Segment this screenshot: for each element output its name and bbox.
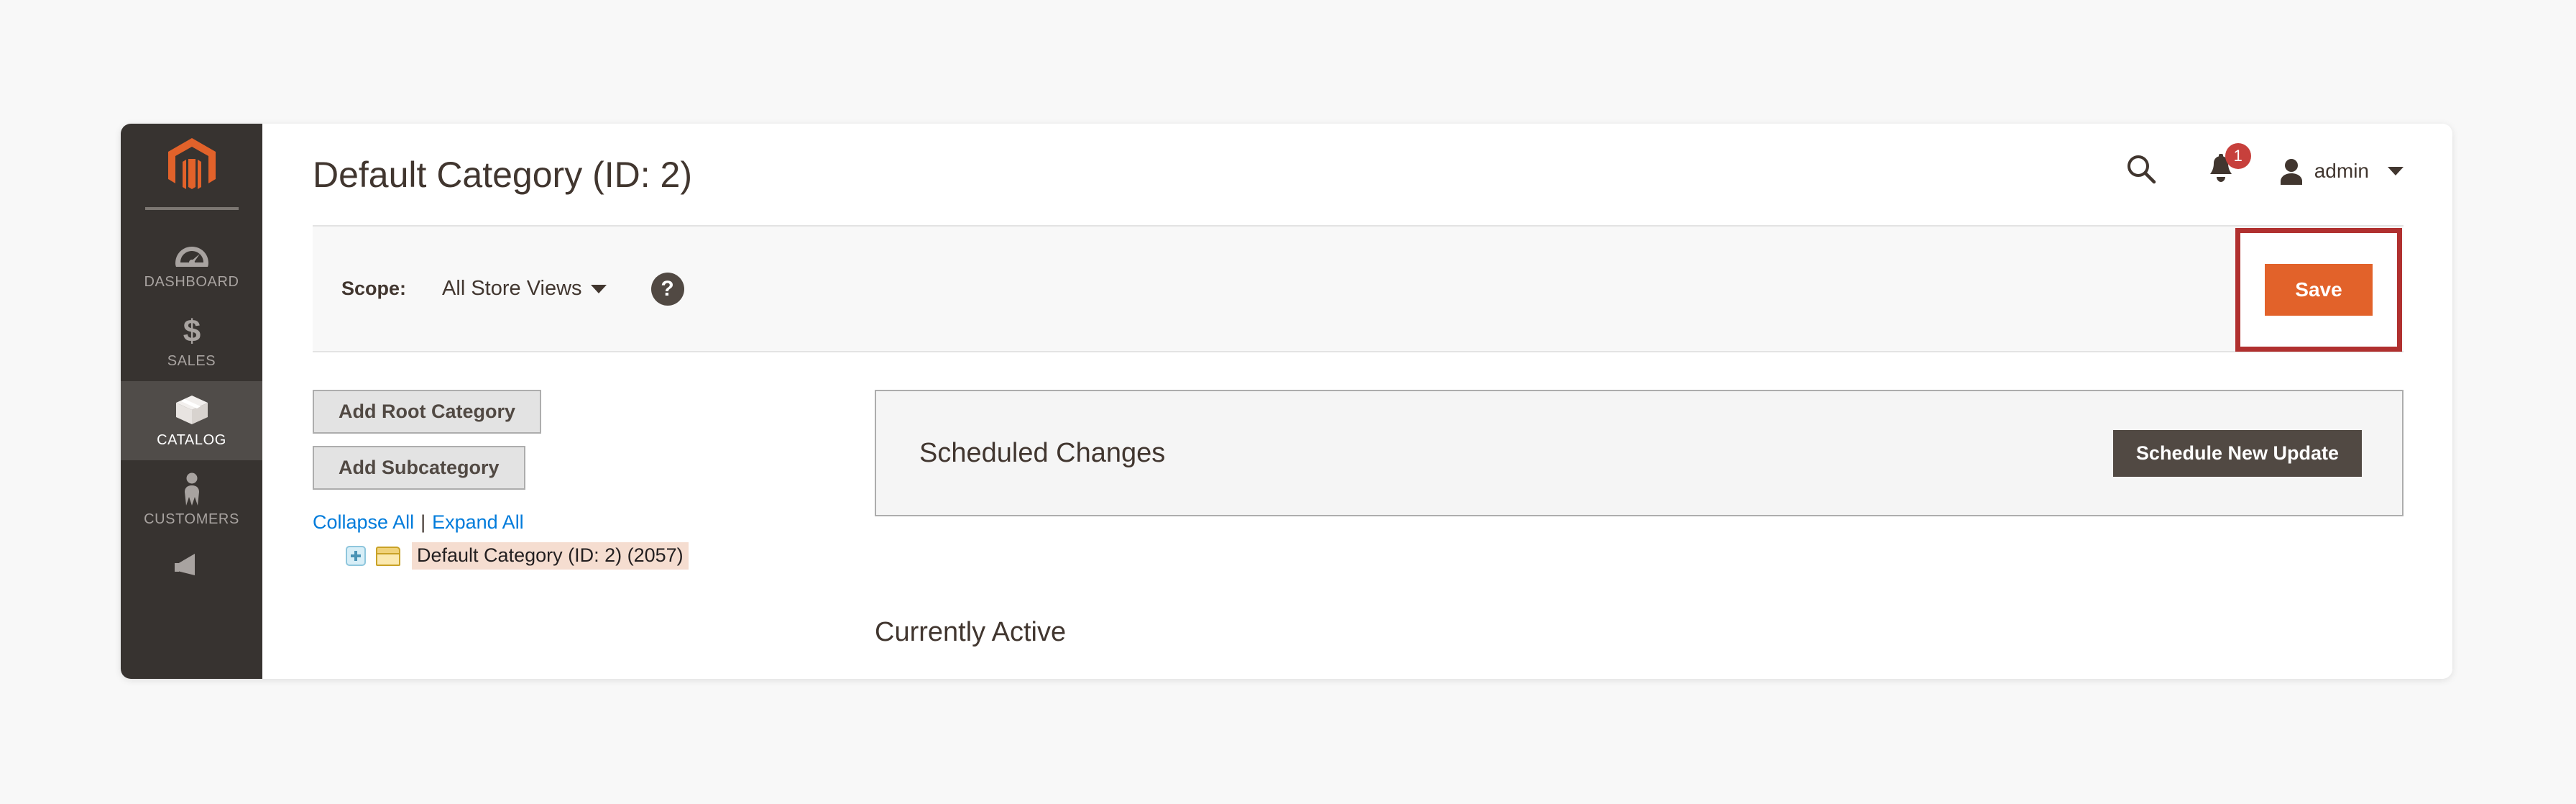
- user-menu-button[interactable]: admin: [2257, 157, 2404, 185]
- expand-all-link[interactable]: Expand All: [432, 511, 524, 533]
- collapse-all-link[interactable]: Collapse All: [313, 511, 414, 533]
- admin-page-card: DASHBOARD $ SALES CATALOG CUSTOMERS Defa…: [121, 124, 2452, 679]
- scope-store-view-select[interactable]: All Store Views: [442, 277, 607, 301]
- scope-label: Scope:: [341, 278, 407, 299]
- tree-toggle-links: Collapse All | Expand All: [313, 511, 809, 534]
- page-title: Default Category (ID: 2): [313, 154, 692, 195]
- sidebar-item-dashboard[interactable]: DASHBOARD: [121, 223, 262, 302]
- link-separator: |: [420, 511, 426, 533]
- scheduled-changes-title: Scheduled Changes: [919, 437, 1166, 468]
- sidebar-item-catalog[interactable]: CATALOG: [121, 381, 262, 460]
- sidebar-item-label: CUSTOMERS: [144, 511, 239, 527]
- user-name-label: admin: [2314, 159, 2369, 182]
- category-tree-column: Add Root Category Add Subcategory Collap…: [313, 390, 809, 648]
- tree-node-label[interactable]: Default Category (ID: 2) (2057): [412, 542, 689, 570]
- header-tools: 1 admin: [2097, 143, 2404, 188]
- megaphone-icon: [173, 547, 211, 580]
- sidebar-item-label: CATALOG: [157, 432, 226, 448]
- page-header: Default Category (ID: 2) 1 admin: [262, 124, 2452, 225]
- category-tree-list: Default Category (ID: 2) (2057): [313, 542, 809, 570]
- scope-bar: Scope: All Store Views ? Save: [313, 225, 2404, 352]
- user-avatar-icon: [2280, 158, 2302, 185]
- notifications-button[interactable]: 1: [2185, 143, 2257, 188]
- svg-text:$: $: [183, 314, 200, 347]
- chevron-down-icon: [590, 284, 607, 293]
- sidebar-item-marketing-partial[interactable]: [121, 539, 262, 597]
- sidebar-nav: DASHBOARD $ SALES CATALOG CUSTOMERS: [121, 124, 262, 679]
- save-button-highlight-annotation: Save: [2235, 228, 2402, 352]
- add-root-category-button[interactable]: Add Root Category: [313, 390, 541, 434]
- folder-icon: [376, 546, 400, 566]
- search-icon[interactable]: [2097, 154, 2185, 188]
- scheduled-changes-panel: Scheduled Changes Schedule New Update: [875, 390, 2404, 516]
- magento-logo-icon: [167, 138, 216, 189]
- scope-selected-value: All Store Views: [442, 277, 582, 300]
- person-icon: [180, 472, 204, 506]
- main-content: Default Category (ID: 2) 1 admin Scope: …: [262, 124, 2452, 679]
- content-area: Add Root Category Add Subcategory Collap…: [262, 352, 2452, 648]
- dashboard-gauge-icon: [175, 235, 209, 268]
- magento-logo[interactable]: [121, 124, 262, 207]
- sidebar-divider: [144, 207, 239, 210]
- save-button[interactable]: Save: [2265, 264, 2373, 316]
- add-subcategory-button[interactable]: Add Subcategory: [313, 446, 525, 490]
- notification-count-badge: 1: [2225, 143, 2251, 169]
- category-detail-column: Scheduled Changes Schedule New Update Cu…: [809, 390, 2404, 648]
- sidebar-item-customers[interactable]: CUSTOMERS: [121, 460, 262, 539]
- question-mark-icon[interactable]: ?: [650, 272, 684, 306]
- sidebar-item-label: SALES: [167, 353, 216, 369]
- sidebar-item-sales[interactable]: $ SALES: [121, 302, 262, 381]
- chevron-down-icon: [2388, 166, 2404, 175]
- box-package-icon: [175, 393, 209, 426]
- sidebar-item-label: DASHBOARD: [144, 274, 239, 290]
- tree-node-default-category[interactable]: Default Category (ID: 2) (2057): [346, 542, 809, 570]
- plus-expand-icon[interactable]: [346, 546, 366, 566]
- currently-active-heading: Currently Active: [875, 617, 1067, 647]
- schedule-new-update-button[interactable]: Schedule New Update: [2112, 429, 2362, 477]
- dollar-sign-icon: $: [181, 314, 203, 347]
